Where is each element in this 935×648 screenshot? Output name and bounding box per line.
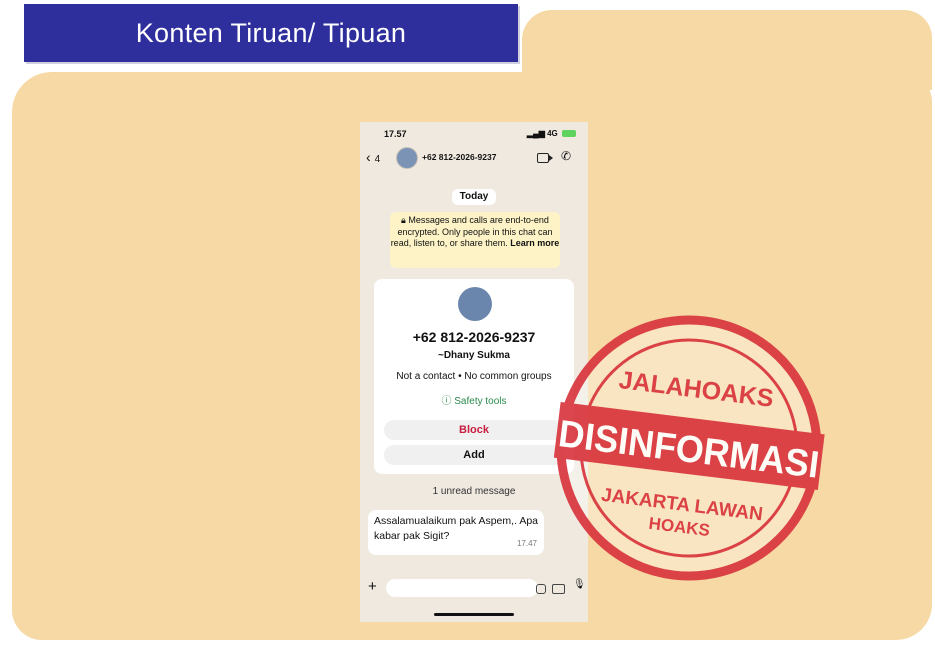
message-input[interactable] [386,579,546,597]
profile-meta: Not a contact • No common groups [396,371,552,382]
back-count: 4 [374,154,381,165]
profile-avatar [458,287,492,321]
learn-more-link[interactable]: Learn more [510,238,559,248]
contact-avatar[interactable] [396,147,418,169]
signal-icon: ▂▄▆ [526,129,545,138]
page-title: Konten Tiruan/ Tipuan [135,17,407,48]
profile-name: ~Dhany Sukma [438,350,510,361]
safety-tools-label: Safety tools [454,396,507,407]
contact-info-card: +62 812-2026-9237 ~Dhany Sukma Not a con… [374,279,574,474]
chevron-left-icon: ‹ [366,149,371,165]
message-bubble[interactable]: Assalamualaikum pak Aspem,. Apa kabar pa… [368,510,544,555]
title-banner: Konten Tiruan/ Tipuan [24,4,518,62]
message-input-bar: + 🎙︎ [360,576,588,602]
profile-number: +62 812-2026-9237 [412,329,536,345]
add-button[interactable]: Add [384,445,564,465]
block-button[interactable]: Block [384,420,564,440]
phone-call-icon[interactable]: ✆ [561,149,571,163]
safety-tools-link[interactable]: ⓘ Safety tools [374,392,574,407]
message-time: 17.47 [516,539,537,548]
message-text: Assalamualaikum pak Aspem,. Apa kabar pa… [374,515,539,542]
info-icon: ⓘ [441,396,452,407]
signal-indicator: ▂▄▆ 4G [527,129,576,138]
contact-number[interactable]: +62 812-2026-9237 [422,152,496,162]
home-indicator [434,613,514,616]
disinformasi-stamp: JALAHOAKS DISINFORMASI JAKARTA LAWAN HOA… [547,315,831,581]
date-chip: Today [452,189,496,205]
status-time: 17.57 [384,129,407,139]
encryption-notice[interactable]: 🔒︎ Messages and calls are end-to-end enc… [390,212,560,268]
network-label: 4G [547,129,558,138]
video-call-icon[interactable] [537,153,553,163]
chat-header: ‹ 4 +62 812-2026-9237 ✆ [360,146,588,172]
microphone-icon[interactable]: 🎙︎ [573,579,586,590]
lock-icon: 🔒︎ [401,215,406,225]
plus-icon[interactable]: + [368,578,377,595]
battery-icon [562,130,576,138]
status-bar: 17.57 ▂▄▆ 4G [360,122,588,144]
back-button[interactable]: ‹ 4 [366,149,380,165]
sticker-icon[interactable] [536,584,546,594]
camera-icon[interactable] [552,584,565,594]
